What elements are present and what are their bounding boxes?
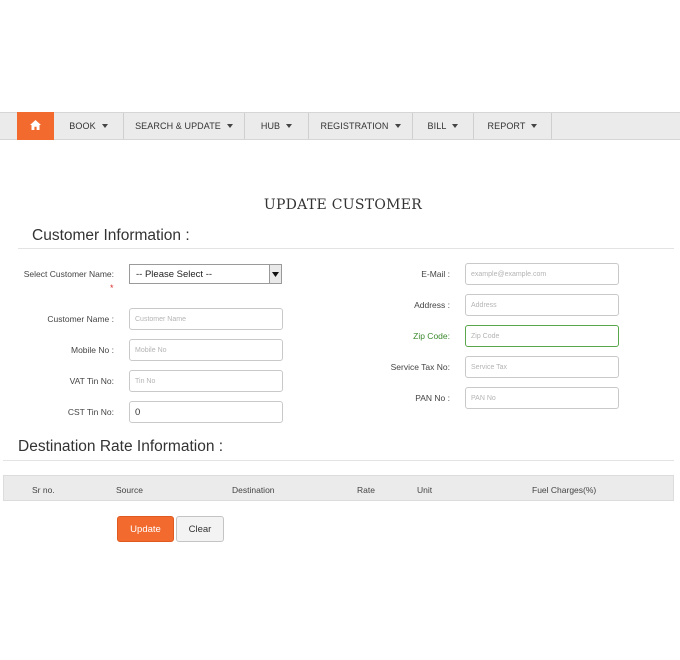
customer-name-input[interactable]: Customer Name <box>129 308 283 330</box>
vat-tin-label: VAT Tin No: <box>69 376 114 386</box>
nav-search-update-label: SEARCH & UPDATE <box>135 121 221 131</box>
nav-registration[interactable]: REGISTRATION <box>309 113 413 139</box>
nav-hub-label: HUB <box>260 121 281 131</box>
destination-rate-table-header: Sr no. Source Destination Rate Unit Fuel… <box>3 475 674 501</box>
chevron-down-icon <box>226 124 233 128</box>
email-label: E-Mail : <box>421 269 450 279</box>
nav-home-button[interactable] <box>17 112 54 140</box>
nav-hub[interactable]: HUB <box>245 113 309 139</box>
customer-name-placeholder: Customer Name <box>135 315 186 323</box>
chevron-down-icon <box>394 124 401 128</box>
email-input[interactable]: example@example.com <box>465 263 619 285</box>
nav-search-update[interactable]: SEARCH & UPDATE <box>124 113 245 139</box>
required-mark: * <box>110 283 114 293</box>
column-header-source: Source <box>116 485 143 495</box>
vat-tin-input[interactable]: Tin No <box>129 370 283 392</box>
customer-info-title: Customer Information : <box>32 227 190 244</box>
customer-name-label: Customer Name : <box>47 314 114 324</box>
customer-select-value: -- Please Select -- <box>136 268 213 280</box>
column-header-destination: Destination <box>232 485 275 495</box>
service-tax-label: Service Tax No: <box>390 362 450 372</box>
customer-info-divider <box>18 248 674 249</box>
home-icon <box>30 117 41 135</box>
nav-bill[interactable]: BILL <box>413 113 474 139</box>
nav-book-label: BOOK <box>69 121 96 131</box>
page-title: UPDATE CUSTOMER <box>263 197 423 213</box>
pan-no-input[interactable]: PAN No <box>465 387 619 409</box>
destination-rate-title: Destination Rate Information : <box>18 438 224 455</box>
chevron-down-icon <box>269 265 281 283</box>
destination-rate-divider <box>3 460 674 461</box>
nav-report[interactable]: REPORT <box>474 113 552 139</box>
cst-tin-input[interactable]: 0 <box>129 401 283 423</box>
customer-name-select[interactable]: -- Please Select -- <box>129 264 282 284</box>
select-customer-label: Select Customer Name: <box>23 269 114 279</box>
vat-tin-placeholder: Tin No <box>135 377 156 385</box>
column-header-unit: Unit <box>417 485 433 495</box>
chevron-down-icon <box>286 124 293 128</box>
nav-book[interactable]: BOOK <box>54 113 124 139</box>
pan-no-placeholder: PAN No <box>471 394 496 402</box>
nav-bill-label: BILL <box>427 121 447 131</box>
address-placeholder: Address <box>471 301 497 309</box>
zip-code-input[interactable]: Zip Code <box>465 325 619 347</box>
zip-code-label: Zip Code: <box>413 331 450 341</box>
main-navbar: BOOK SEARCH & UPDATE HUB REGISTRATION BI… <box>0 112 680 140</box>
update-button[interactable]: Update <box>117 516 174 542</box>
cst-tin-value: 0 <box>135 406 141 418</box>
mobile-no-placeholder: Mobile No <box>135 346 167 354</box>
nav-registration-label: REGISTRATION <box>320 121 389 131</box>
service-tax-input[interactable]: Service Tax <box>465 356 619 378</box>
chevron-down-icon <box>101 124 108 128</box>
service-tax-placeholder: Service Tax <box>471 363 508 371</box>
address-label: Address : <box>414 300 450 310</box>
mobile-no-label: Mobile No : <box>71 345 114 355</box>
column-header-rate: Rate <box>357 485 375 495</box>
column-header-sr-no: Sr no. <box>32 485 55 495</box>
chevron-down-icon <box>452 124 459 128</box>
column-header-fuel-charges: Fuel Charges(%) <box>532 485 597 495</box>
clear-button[interactable]: Clear <box>176 516 224 542</box>
zip-code-placeholder: Zip Code <box>471 332 500 340</box>
cst-tin-label: CST Tin No: <box>67 407 114 417</box>
email-placeholder: example@example.com <box>471 270 547 278</box>
pan-no-label: PAN No : <box>415 393 450 403</box>
chevron-down-icon <box>531 124 538 128</box>
mobile-no-input[interactable]: Mobile No <box>129 339 283 361</box>
address-input[interactable]: Address <box>465 294 619 316</box>
nav-report-label: REPORT <box>487 121 526 131</box>
